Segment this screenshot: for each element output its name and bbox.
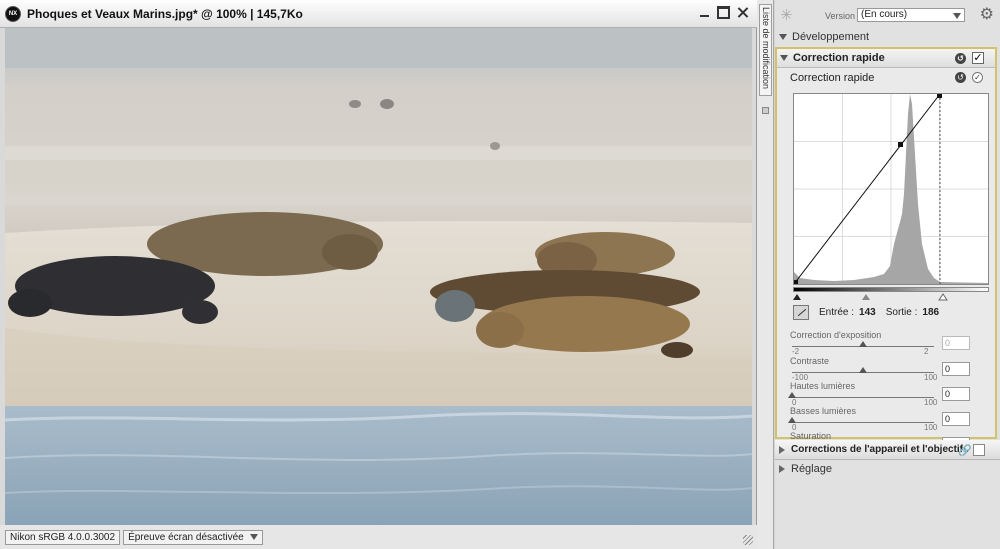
slider-max-label: 2 — [924, 347, 929, 356]
slider-track[interactable] — [792, 397, 934, 398]
slider-block: Basses lumières 0 100 0 — [788, 406, 970, 432]
camera-lens-section-header[interactable]: Corrections de l'appareil et l'objectif … — [775, 440, 1000, 460]
photo-canvas[interactable] — [5, 28, 752, 525]
chevron-down-icon — [953, 13, 961, 19]
quick-fix-subheader: Correction rapide ↺ ✓ — [777, 68, 995, 87]
slider-value-input[interactable]: 0 — [942, 387, 970, 401]
slider-block: Correction d'exposition -2 2 0 — [790, 330, 970, 356]
slider-block: Hautes lumières 0 100 0 — [788, 381, 970, 407]
curve-graph[interactable] — [793, 93, 989, 285]
edit-list-tab[interactable]: Liste de modification — [759, 4, 772, 96]
enable-checkbox[interactable]: ✓ — [972, 52, 984, 64]
input-output-row: Entrée : 143 Sortie : 186 — [793, 305, 949, 320]
soft-proof-dropdown[interactable]: Épreuve écran désactivée — [123, 529, 263, 545]
lens-enable-checkbox[interactable] — [973, 444, 985, 456]
version-label: Version — [825, 11, 856, 21]
chevron-down-icon — [249, 534, 258, 540]
expand-triangle-icon — [779, 34, 787, 40]
title-bar[interactable]: NX Phoques et Veaux Marins.jpg* @ 100% |… — [0, 0, 757, 28]
curve-editor[interactable] — [791, 93, 991, 301]
gear-icon[interactable]: ⚙ — [980, 4, 994, 24]
slider-value-input[interactable]: 0 — [942, 336, 970, 350]
version-value: (En cours) — [861, 9, 908, 20]
soft-proof-label: Épreuve écran désactivée — [128, 531, 244, 543]
status-bar: Nikon sRGB 4.0.0.3002 Épreuve écran désa… — [0, 525, 757, 549]
document-window: NX Phoques et Veaux Marins.jpg* @ 100% |… — [0, 0, 757, 549]
expand-triangle-icon — [780, 55, 788, 61]
slider-knob[interactable] — [859, 367, 867, 373]
adjustment-panel: ✳ Version (En cours) ⚙ Développement Cor… — [775, 0, 1000, 549]
reset-icon[interactable]: ↺ — [955, 53, 966, 64]
input-label: Entrée : — [819, 307, 855, 318]
adjust-label: Réglage — [791, 463, 832, 475]
slider-value-input[interactable]: 0 — [942, 412, 970, 426]
slider-min-label: -2 — [792, 347, 800, 356]
quick-fix-title: Correction rapide — [793, 52, 885, 64]
development-section-header[interactable]: Développement — [775, 28, 1000, 46]
app-logo-icon: NX — [5, 5, 21, 22]
quick-fix-sub-title: Correction rapide — [790, 71, 875, 84]
resize-grip-icon[interactable] — [743, 535, 753, 545]
input-value: 143 — [859, 307, 876, 318]
sparkle-icon[interactable]: ✳ — [780, 6, 793, 24]
adjust-section-header[interactable]: Réglage — [775, 460, 1000, 478]
output-label: Sortie : — [885, 307, 918, 318]
color-profile-label: Nikon sRGB 4.0.0.3002 — [5, 529, 121, 545]
edit-list-tab-label: Liste de modification — [761, 7, 771, 90]
camera-lens-label: Corrections de l'appareil et l'objectif — [791, 444, 964, 455]
output-value: 186 — [922, 307, 940, 318]
reset-icon[interactable]: ↺ — [955, 72, 966, 83]
quick-fix-box: Correction rapide ↺ ✓ Correction rapide … — [775, 47, 997, 457]
version-select[interactable]: (En cours) — [857, 8, 965, 22]
close-icon[interactable] — [736, 6, 749, 19]
panel-toolbar: ✳ Version (En cours) ⚙ — [775, 0, 1000, 28]
side-tab-strip: Liste de modification — [757, 0, 774, 549]
seals-photo — [5, 28, 752, 525]
curve-handles[interactable] — [791, 293, 991, 301]
development-label: Développement — [792, 31, 870, 43]
histogram-curve — [793, 93, 988, 285]
quick-fix-header[interactable]: Correction rapide ↺ ✓ — [777, 49, 995, 68]
eyedropper-icon[interactable] — [793, 305, 809, 320]
tone-gradient-bar — [793, 287, 989, 292]
window-title: Phoques et Veaux Marins.jpg* @ 100% | 14… — [27, 6, 303, 21]
strip-marker-icon[interactable] — [762, 107, 769, 114]
maximize-icon[interactable] — [717, 6, 730, 19]
collapse-triangle-icon — [779, 445, 785, 454]
link-icon[interactable]: 🔗 — [958, 444, 972, 457]
apply-curve-icon[interactable]: ✓ — [972, 72, 983, 83]
slider-knob[interactable] — [859, 341, 867, 347]
minimize-icon[interactable] — [698, 6, 711, 19]
slider-value-input[interactable]: 0 — [942, 362, 970, 376]
slider-track[interactable] — [792, 422, 934, 423]
collapse-triangle-icon — [779, 465, 785, 473]
slider-block: Contraste -100 100 0 — [790, 356, 970, 382]
